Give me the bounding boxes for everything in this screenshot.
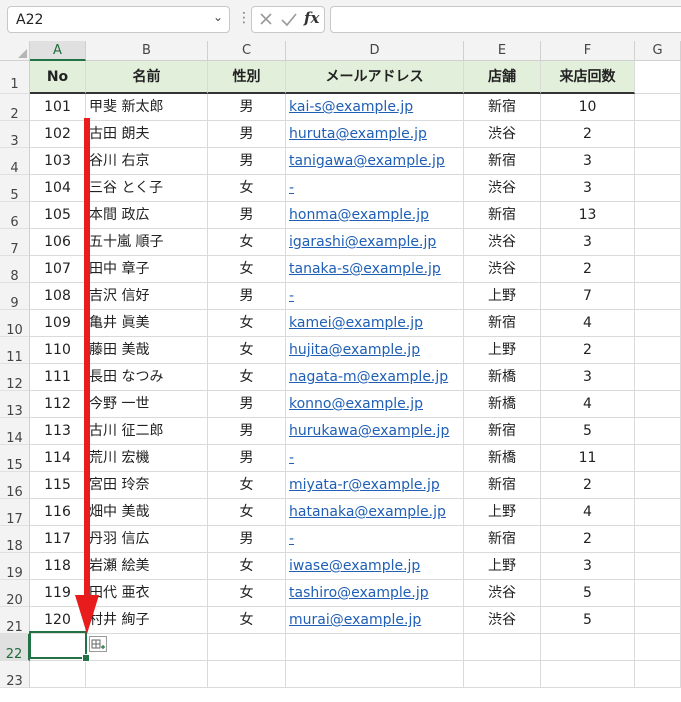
down-arrow-annotation (75, 118, 99, 634)
